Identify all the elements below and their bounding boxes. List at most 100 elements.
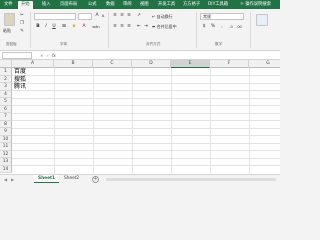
column-header-a[interactable]: A [12, 60, 54, 68]
percent-button[interactable]: % [210, 24, 216, 30]
row-header[interactable]: 14 [0, 165, 12, 173]
status-bar [0, 183, 280, 210]
grid-line [12, 75, 280, 76]
align-middle-icon[interactable]: ≡ [119, 13, 125, 19]
sheet-tab-sheet2[interactable]: Sheet2 [60, 175, 83, 183]
grid-line [12, 90, 280, 91]
decrease-indent-icon[interactable]: ⇤ [136, 24, 142, 30]
row-header[interactable]: 2 [0, 75, 12, 83]
tab-insert[interactable]: 插入 [42, 1, 51, 9]
tab-home[interactable]: 开始 [18, 1, 33, 9]
column-header-e[interactable]: E [171, 60, 210, 68]
decrease-decimal-icon[interactable]: .00 [236, 24, 242, 30]
tab-file[interactable]: 文件 [4, 1, 13, 9]
alignment-group-label: 对齐方式 [146, 42, 161, 46]
tab-review[interactable]: 审阅 [123, 1, 132, 9]
tab-formulas[interactable]: 公式 [88, 1, 97, 9]
number-format-select[interactable]: 常规 [200, 13, 244, 20]
row-header[interactable]: 3 [0, 83, 12, 91]
formula-bar: × ✓ fx [0, 51, 280, 60]
row-header[interactable]: 11 [0, 143, 12, 151]
sheet-tab-sheet1[interactable]: Sheet1 [34, 175, 60, 183]
grid-line [12, 165, 280, 166]
font-size-select[interactable] [78, 13, 92, 20]
tab-data[interactable]: 数据 [106, 1, 115, 9]
horizontal-scrollbar[interactable] [106, 178, 276, 181]
row-header[interactable]: 5 [0, 98, 12, 106]
bold-button[interactable]: B [35, 24, 41, 30]
format-painter-icon[interactable]: ✎ [19, 29, 25, 35]
tab-view[interactable]: 视图 [140, 1, 149, 9]
paste-icon[interactable] [4, 13, 15, 26]
increase-decimal-icon[interactable]: .0 [228, 24, 234, 30]
column-header-g[interactable]: G [249, 60, 280, 68]
orientation-icon[interactable]: ↗ [136, 13, 142, 19]
row-header[interactable]: 4 [0, 90, 12, 98]
name-box[interactable] [2, 52, 32, 59]
font-color-button[interactable]: A [81, 24, 87, 30]
currency-button[interactable]: $ [201, 24, 207, 30]
fill-color-icon[interactable]: ◈ [71, 24, 77, 30]
align-top-icon[interactable]: ≡ [112, 13, 118, 19]
border-icon[interactable]: ⊞ [61, 24, 67, 30]
column-header-f[interactable]: F [210, 60, 249, 68]
row-header[interactable]: 13 [0, 158, 12, 166]
wrap-text-icon: ↵ [152, 14, 156, 19]
row-header[interactable]: 8 [0, 120, 12, 128]
scroll-left-icon[interactable]: ◀ [4, 177, 7, 182]
align-right-icon[interactable]: ≡ [126, 24, 132, 30]
tab-developer[interactable]: 开发工具 [158, 1, 175, 9]
add-sheet-button[interactable]: + [92, 176, 99, 183]
tab-fangfange[interactable]: 方方格子 [183, 1, 200, 9]
phonetic-guide-button[interactable]: wén [91, 24, 101, 30]
column-header-c[interactable]: C [93, 60, 132, 68]
merge-center-button[interactable]: ⬌ 合并后居中 [152, 24, 177, 29]
column-header-bar: A B C D E F G [0, 60, 280, 68]
ribbon: 粘贴 ✂ ❐ ✎ 剪贴板 A A B I U ⊞ ◈ A wén 字体 ≡ ≡ … [0, 9, 280, 51]
row-header[interactable]: 6 [0, 105, 12, 113]
align-center-icon[interactable]: ≡ [119, 24, 125, 30]
align-left-icon[interactable]: ≡ [112, 24, 118, 30]
conditional-formatting-icon[interactable] [256, 14, 268, 26]
column-header-d[interactable]: D [132, 60, 171, 68]
scroll-right-icon[interactable]: ▶ [11, 177, 14, 182]
select-all-corner[interactable] [0, 60, 12, 68]
worksheet-grid[interactable]: A B C D E F G 1 2 3 4 5 6 7 8 9 10 11 12… [0, 60, 280, 174]
row-header[interactable]: 10 [0, 135, 12, 143]
cell-a3[interactable]: 腾讯 [14, 83, 26, 91]
column-header-b[interactable]: B [54, 60, 93, 68]
comma-style-button[interactable]: , [219, 24, 225, 30]
tell-me-search[interactable]: ☼ 操作说明搜索 [240, 1, 271, 9]
increase-indent-icon[interactable]: ⇥ [143, 24, 149, 30]
row-header[interactable]: 7 [0, 113, 12, 121]
grid-line [12, 97, 280, 99]
divider [250, 12, 251, 48]
grid-line [12, 142, 280, 144]
row-header[interactable]: 12 [0, 150, 12, 158]
font-name-select[interactable] [34, 13, 76, 20]
insert-function-icon[interactable]: fx [52, 53, 56, 58]
tab-diy-toolbox[interactable]: DIY工具箱 [208, 1, 228, 9]
row-header[interactable]: 9 [0, 128, 12, 136]
cell-a2[interactable]: 搜狐 [14, 76, 26, 84]
grid-line [12, 105, 280, 106]
copy-icon[interactable]: ❐ [19, 21, 25, 27]
row-header[interactable]: 1 [0, 68, 12, 76]
grid-line [12, 150, 280, 151]
cut-icon[interactable]: ✂ [19, 13, 25, 19]
formula-input[interactable] [62, 52, 278, 59]
divider [108, 12, 109, 48]
cell-a1[interactable]: 百度 [14, 68, 26, 76]
wrap-text-button[interactable]: ↵ 自动换行 [152, 14, 173, 19]
divider [30, 12, 31, 48]
align-bottom-icon[interactable]: ≡ [126, 13, 132, 19]
cancel-entry-icon[interactable]: × [40, 53, 43, 58]
ribbon-tab-bar: 文件 开始 插入 页面布局 公式 数据 审阅 视图 开发工具 方方格子 DIY工… [0, 0, 280, 9]
underline-button[interactable]: U [51, 24, 57, 30]
tab-page-layout[interactable]: 页面布局 [60, 1, 77, 9]
font-group-label: 字体 [60, 42, 68, 46]
confirm-entry-icon[interactable]: ✓ [46, 53, 49, 58]
shrink-font-icon[interactable]: A [100, 13, 106, 19]
lightbulb-icon: ☼ [240, 2, 244, 7]
italic-button[interactable]: I [43, 24, 49, 30]
